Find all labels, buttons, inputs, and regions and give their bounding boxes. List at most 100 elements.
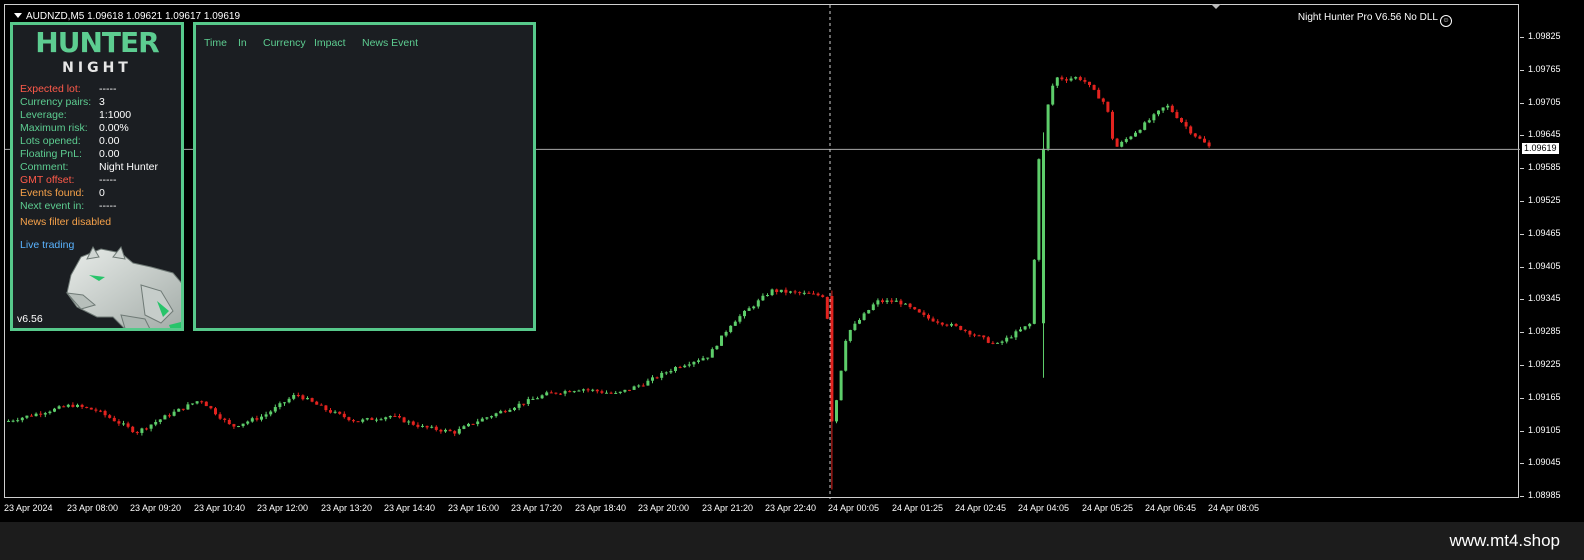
price-tick-label: 1.09765 bbox=[1520, 63, 1561, 74]
info-value: 1:1000 bbox=[99, 109, 132, 121]
candle-body bbox=[255, 418, 259, 420]
time-tick-label: 23 Apr 20:00 bbox=[638, 503, 690, 513]
candle-body bbox=[269, 411, 273, 415]
time-tick-label: 23 Apr 14:40 bbox=[384, 503, 436, 513]
candle-body bbox=[476, 421, 480, 425]
candle-body bbox=[301, 395, 305, 400]
candle-body bbox=[605, 392, 608, 394]
candle-body bbox=[1134, 132, 1137, 137]
candles-group bbox=[7, 75, 1211, 490]
candle-body bbox=[39, 413, 43, 415]
candle-body bbox=[738, 316, 742, 322]
candle-body bbox=[1124, 139, 1128, 142]
candle-body bbox=[798, 292, 802, 294]
info-value: 0 bbox=[99, 187, 105, 199]
candle-body bbox=[637, 385, 641, 387]
candle-body bbox=[158, 419, 162, 422]
candle-body bbox=[632, 386, 636, 390]
candle-body bbox=[393, 416, 397, 418]
info-value: 3 bbox=[99, 96, 105, 108]
news-header-currency: Currency bbox=[263, 37, 306, 49]
candle-body bbox=[172, 411, 176, 416]
candle-body bbox=[655, 377, 659, 379]
candle-body bbox=[1193, 133, 1197, 137]
candle-body bbox=[623, 389, 627, 392]
info-value: ----- bbox=[99, 83, 117, 95]
candle-body bbox=[448, 429, 452, 432]
info-key: Next event in: bbox=[20, 200, 85, 212]
candle-body bbox=[264, 414, 268, 417]
dropdown-arrow-icon[interactable] bbox=[14, 13, 22, 18]
candle-body bbox=[499, 411, 503, 414]
candle-body bbox=[770, 289, 774, 296]
candle-body bbox=[494, 413, 498, 417]
candle-body bbox=[531, 398, 535, 400]
candle-body bbox=[844, 340, 848, 371]
candle-body bbox=[1014, 331, 1018, 338]
info-key: GMT offset: bbox=[20, 174, 75, 186]
candle-body bbox=[278, 403, 282, 408]
candle-body bbox=[471, 423, 475, 425]
candle-body bbox=[641, 385, 645, 387]
candle-body bbox=[1143, 122, 1147, 130]
candle-body bbox=[577, 390, 581, 392]
candle-body bbox=[982, 335, 986, 338]
candle-body bbox=[425, 425, 429, 428]
candle-body bbox=[678, 367, 682, 369]
candle-body bbox=[986, 337, 990, 343]
candle-body bbox=[536, 398, 539, 400]
price-tick-label: 1.09465 bbox=[1520, 227, 1561, 238]
candle-body bbox=[57, 406, 61, 409]
candle-body bbox=[600, 391, 604, 393]
candle-body bbox=[145, 428, 148, 430]
candle-body bbox=[94, 409, 98, 411]
shift-marker-icon[interactable] bbox=[1211, 4, 1221, 9]
candle-body bbox=[660, 372, 664, 378]
candle-body bbox=[1115, 138, 1119, 147]
candle-body bbox=[1189, 126, 1193, 134]
info-key: Comment: bbox=[20, 161, 69, 173]
price-tick-label: 1.08985 bbox=[1520, 490, 1561, 501]
candle-body bbox=[11, 420, 15, 422]
candle-body bbox=[356, 421, 360, 423]
candle-body bbox=[1138, 129, 1142, 133]
ea-name-text: Night Hunter Pro V6.56 No DLL bbox=[1297, 12, 1438, 23]
candle-body bbox=[214, 408, 217, 415]
candle-body bbox=[1157, 110, 1160, 115]
candle-body bbox=[876, 300, 880, 305]
candle-body bbox=[756, 300, 760, 307]
candle-body bbox=[1028, 323, 1032, 327]
info-key: Leverage: bbox=[20, 109, 67, 121]
candle-body bbox=[241, 423, 245, 427]
candle-body bbox=[572, 391, 576, 393]
candle-body bbox=[490, 416, 493, 418]
candle-body bbox=[1051, 85, 1055, 105]
candle-body bbox=[945, 324, 949, 326]
candle-body bbox=[508, 409, 512, 412]
night-hunter-panel: HUNTER NIGHT Expected lot: ----- Currency … bbox=[10, 22, 184, 331]
candle-body bbox=[881, 300, 884, 302]
time-tick-label: 24 Apr 05:25 bbox=[1082, 503, 1134, 513]
candle-body bbox=[168, 415, 171, 417]
candle-body bbox=[513, 407, 516, 410]
candle-body bbox=[85, 406, 89, 408]
candle-body bbox=[890, 300, 894, 302]
price-tick-label: 1.09045 bbox=[1520, 457, 1561, 468]
candle-body bbox=[53, 408, 56, 412]
candle-body bbox=[1092, 84, 1096, 90]
candle-body bbox=[315, 401, 319, 405]
candle-body bbox=[701, 358, 705, 361]
candle-body bbox=[779, 289, 783, 293]
candle-body bbox=[959, 326, 963, 330]
candle-body bbox=[99, 410, 102, 412]
candle-body bbox=[692, 361, 696, 365]
candle-body bbox=[628, 389, 631, 391]
candle-body bbox=[950, 324, 953, 326]
time-tick-label: 23 Apr 13:20 bbox=[321, 503, 373, 513]
candle-body bbox=[62, 406, 66, 408]
candle-body bbox=[991, 342, 995, 344]
candle-body bbox=[1175, 112, 1179, 119]
candle-body bbox=[1023, 326, 1027, 330]
candle-body bbox=[140, 428, 144, 433]
symbol-label: AUDNZD,M5 1.09618 1.09621 1.09617 1.0961… bbox=[14, 11, 240, 22]
